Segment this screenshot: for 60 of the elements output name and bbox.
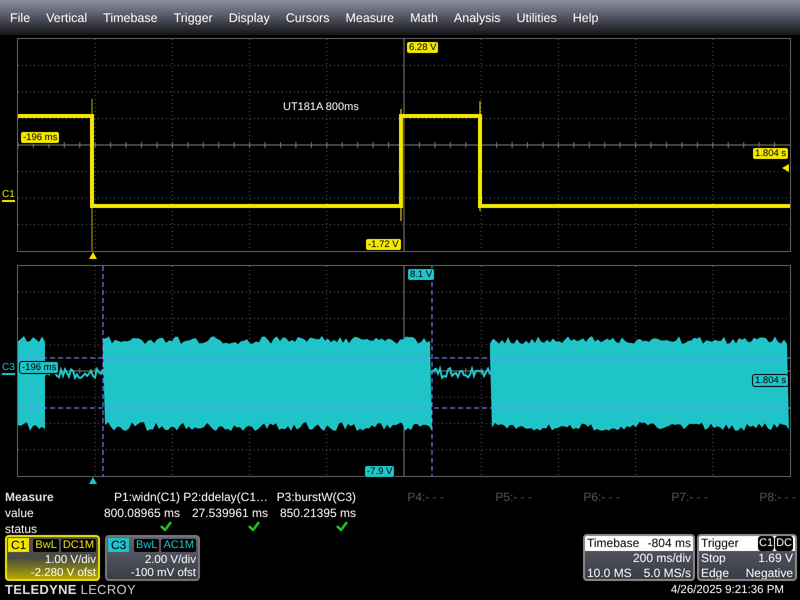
time-scale: 200 ms/div <box>632 551 691 566</box>
channel-name: C1 <box>8 538 30 552</box>
vertical-scale: 2.00 V/div <box>144 554 196 566</box>
panel-title: Timebase <box>587 536 640 551</box>
channel-name: C3 <box>108 538 130 552</box>
offset-value: -100 mV ofst <box>130 567 196 579</box>
vertical-scale: 1.00 V/div <box>44 554 96 566</box>
time-readout: -196 ms <box>20 131 60 144</box>
triangle-marker-icon <box>89 477 97 484</box>
date-time: 4/26/2025 9:21:36 PM <box>670 584 784 596</box>
trigger-mode: Stop <box>701 551 726 566</box>
trigger-level: 1.69 V <box>758 551 793 566</box>
timebase-panel[interactable]: Timebase -804 ms 200 ms/div 10.0 MS 5.0 MS/s <box>583 534 695 581</box>
panel-title: Trigger <box>701 536 739 551</box>
parameter-value: 800.08965 ms <box>102 505 180 521</box>
parameter-value: 27.539961 ms <box>190 505 268 521</box>
cursor-line[interactable] <box>102 266 104 476</box>
channel-label: C3 <box>2 362 15 375</box>
menu-item[interactable]: Analysis <box>454 10 500 24</box>
menu-item[interactable]: Cursors <box>286 10 330 24</box>
delay-value: -804 ms <box>648 536 691 551</box>
bandwidth-tag: BwL <box>134 539 160 552</box>
channel-label: C1 <box>2 189 15 202</box>
time-readout: -196 ms <box>19 361 60 374</box>
offset-value: -2.280 V ofst <box>30 567 96 579</box>
row-label: status <box>4 521 38 537</box>
source-tag: C1 <box>758 536 774 551</box>
cursor-readout: 8.1 V <box>407 268 436 281</box>
triangle-marker-icon <box>89 252 97 259</box>
menu-item[interactable]: Trigger <box>174 10 213 24</box>
channel-panel[interactable]: C3 BwL AC1M 2.00 V/div -100 mV ofst <box>105 535 200 581</box>
menu-item[interactable]: Timebase <box>103 10 158 24</box>
menu-item[interactable]: Display <box>228 10 270 24</box>
parameter-label[interactable]: P2:ddelay(C1… <box>180 489 268 505</box>
menu-item[interactable]: Vertical <box>46 10 88 24</box>
sample-count: 10.0 MS <box>587 566 632 579</box>
cursor-readout: 6.28 V <box>406 41 440 54</box>
row-label: value <box>4 505 35 521</box>
menu-item[interactable]: Math <box>410 10 438 24</box>
coupling-tag: DC <box>775 536 793 551</box>
menu-item[interactable]: Help <box>572 10 598 24</box>
triangle-marker-icon <box>782 164 789 172</box>
trace-annotation: UT181A 800ms <box>283 101 359 113</box>
time-readout: 1.804 s <box>752 147 790 160</box>
parameter-value: 850.21395 ms <box>278 505 356 521</box>
bandwidth-tag: BwL <box>33 539 59 552</box>
coupling-tag: DC1M <box>60 539 96 552</box>
measure-title: Measure <box>4 489 55 505</box>
cursor-readout: -7.9 V <box>364 465 396 478</box>
parameter-label[interactable]: P1:widn(C1) <box>92 489 180 505</box>
time-readout: 1.804 s <box>752 374 790 387</box>
coupling-tag: AC1M <box>161 539 196 552</box>
parameter-label[interactable]: P3:burstW(C3) <box>268 489 356 505</box>
menu-item[interactable]: Utilities <box>516 10 557 24</box>
sample-rate: 5.0 MS/s <box>644 566 691 579</box>
channel-panel[interactable]: C1 BwL DC1M 1.00 V/div -2.280 V ofst <box>5 535 100 581</box>
menu-item[interactable]: File <box>10 10 30 24</box>
cursor-readout: -1.72 V <box>365 238 402 251</box>
brand-logo: TELEDYNE LECROY <box>5 582 136 597</box>
menu-item[interactable]: Measure <box>345 10 394 24</box>
